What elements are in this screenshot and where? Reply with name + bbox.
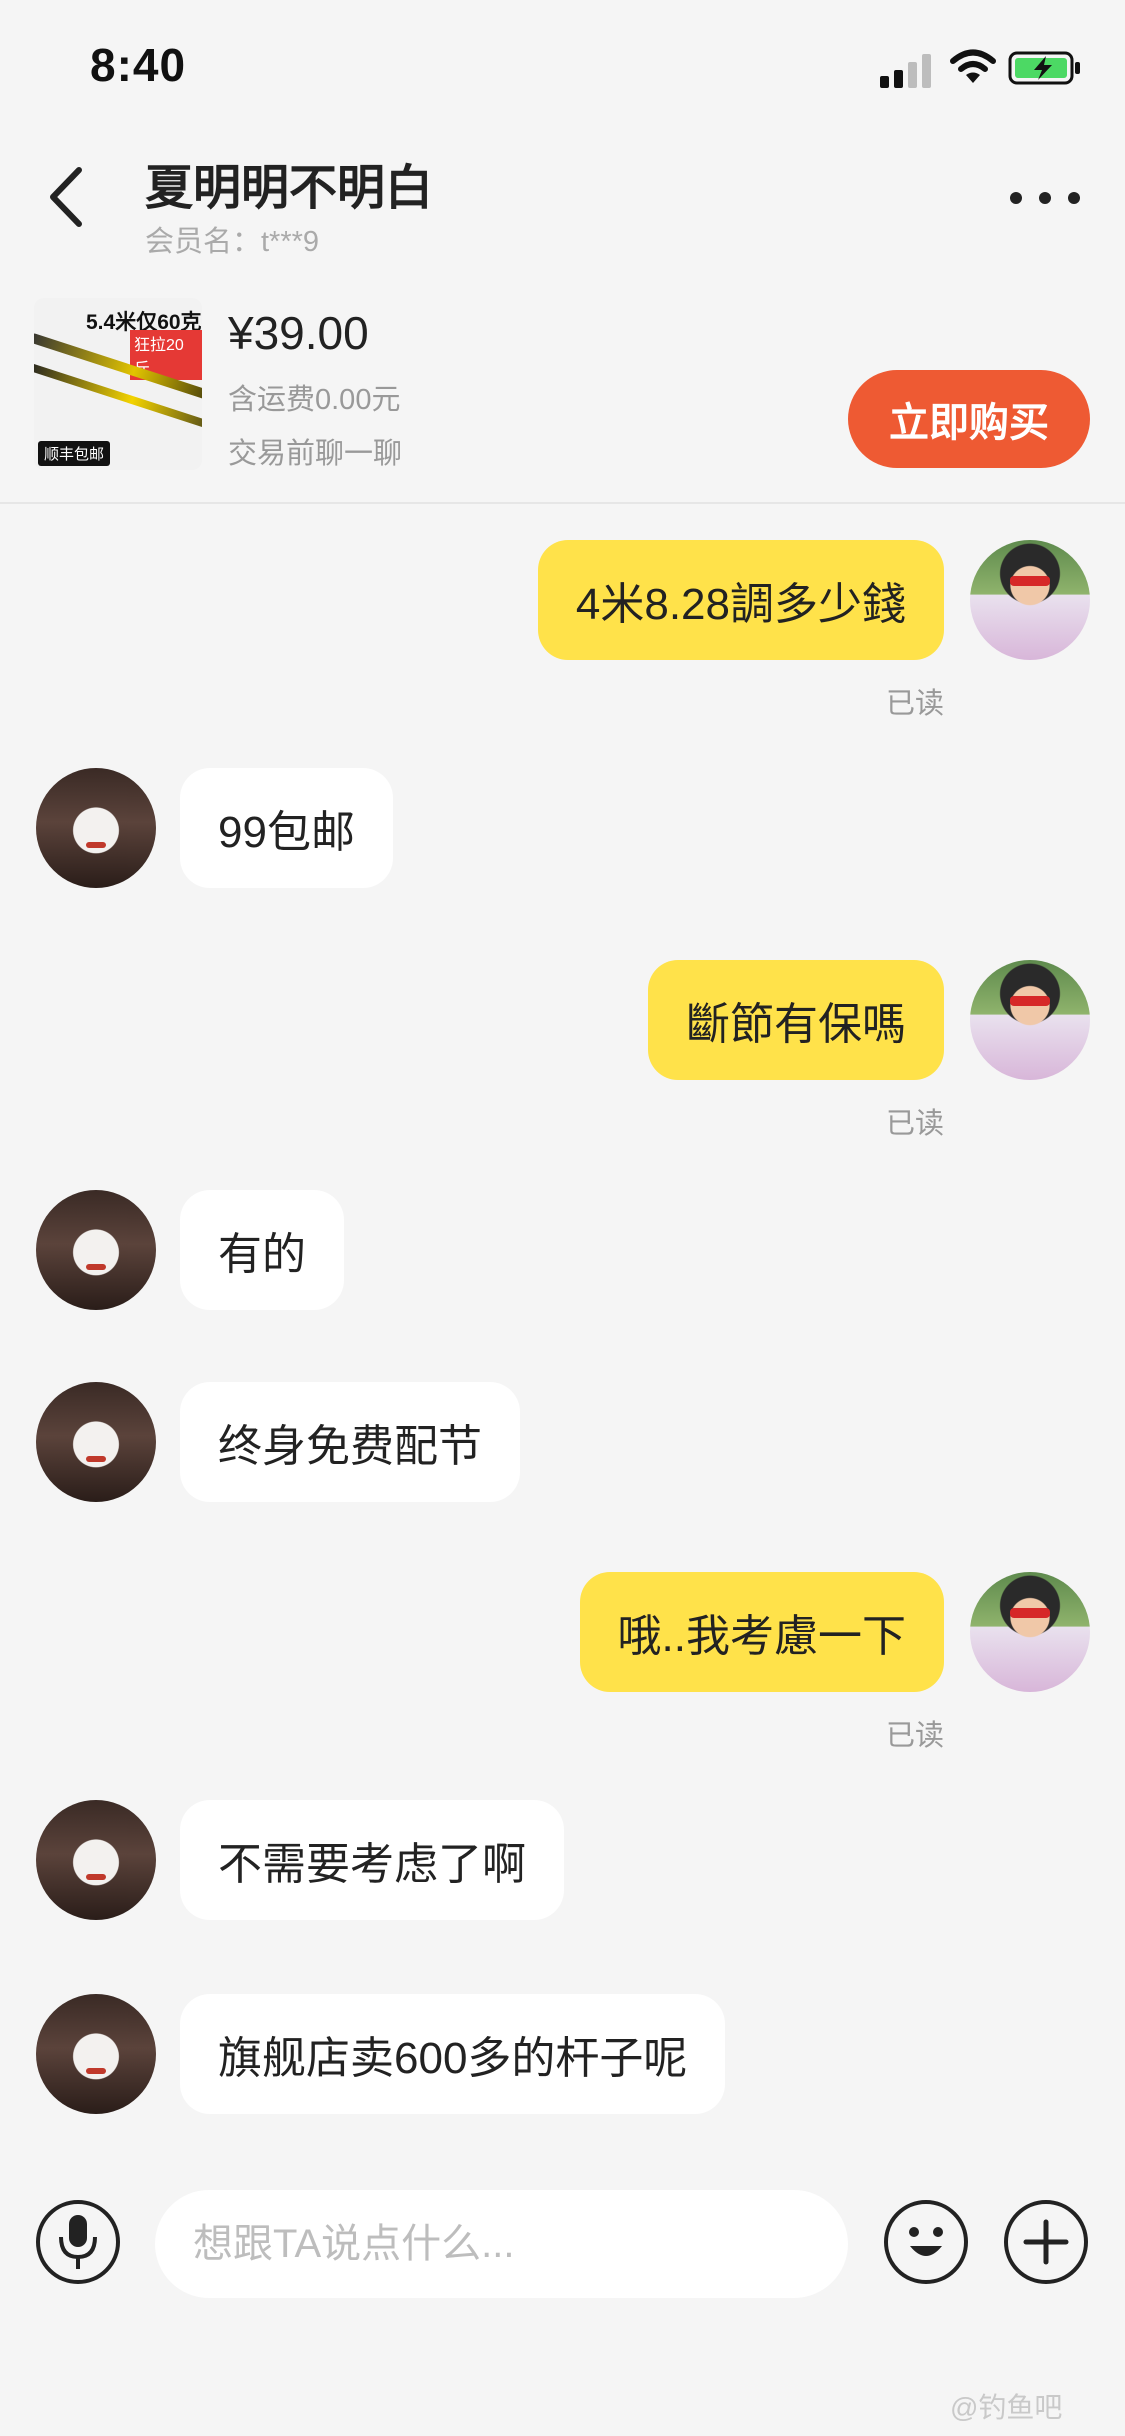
voice-button[interactable]	[36, 2200, 120, 2284]
read-status: 已读	[886, 688, 945, 720]
message-bubble[interactable]: 不需要考虑了啊	[180, 1800, 564, 1920]
more-dots-icon[interactable]	[1010, 180, 1080, 216]
message-bubble[interactable]: 斷節有保嗎	[648, 960, 944, 1080]
read-status: 已读	[886, 1720, 945, 1752]
my-avatar[interactable]	[970, 1572, 1090, 1692]
microphone-icon	[59, 2215, 97, 2269]
my-avatar[interactable]	[970, 540, 1090, 660]
message-bubble[interactable]: 4米8.28調多少錢	[537, 540, 944, 660]
member-name: 会员名：t***9	[145, 226, 320, 258]
contact-avatar[interactable]	[36, 1800, 156, 1920]
watermark: @钓鱼吧	[950, 2392, 1063, 2423]
wifi-icon	[950, 49, 996, 83]
shipping-info: 含运费0.00元	[228, 384, 401, 416]
message-bubble[interactable]: 终身免费配节	[180, 1382, 520, 1502]
signal-icon	[880, 52, 936, 88]
plus-button[interactable]	[1004, 2200, 1088, 2284]
message-input[interactable]	[155, 2190, 848, 2298]
contact-avatar[interactable]	[36, 1994, 156, 2114]
back-button[interactable]	[40, 160, 90, 234]
chat-title: 夏明明不明白	[145, 162, 434, 215]
divider	[0, 502, 1125, 504]
emoji-icon	[909, 2227, 943, 2256]
message-bubble[interactable]: 旗舰店卖600多的杆子呢	[180, 1994, 726, 2114]
contact-avatar[interactable]	[36, 1190, 156, 1310]
product-thumbnail[interactable]: 5.4米仅60克 狂拉20斤 顺丰包邮	[34, 298, 202, 470]
message-bubble[interactable]: 哦..我考慮一下	[579, 1572, 944, 1692]
plus-icon	[1023, 2219, 1069, 2265]
status-time: 8:40	[90, 39, 187, 91]
emoji-button[interactable]	[884, 2200, 968, 2284]
back-arrow-icon	[50, 167, 82, 227]
read-status: 已读	[886, 1108, 945, 1140]
product-price: ¥39.00	[228, 307, 369, 359]
message-bubble[interactable]: 99包邮	[180, 768, 393, 888]
contact-avatar[interactable]	[36, 1382, 156, 1502]
buy-now-button[interactable]: 立即购买	[848, 370, 1090, 468]
my-avatar[interactable]	[970, 960, 1090, 1080]
chat-note: 交易前聊一聊	[228, 438, 403, 470]
battery-charging-icon	[1008, 51, 1080, 85]
contact-avatar[interactable]	[36, 768, 156, 888]
thumb-footer: 顺丰包邮	[38, 441, 111, 466]
message-bubble[interactable]: 有的	[180, 1190, 344, 1310]
